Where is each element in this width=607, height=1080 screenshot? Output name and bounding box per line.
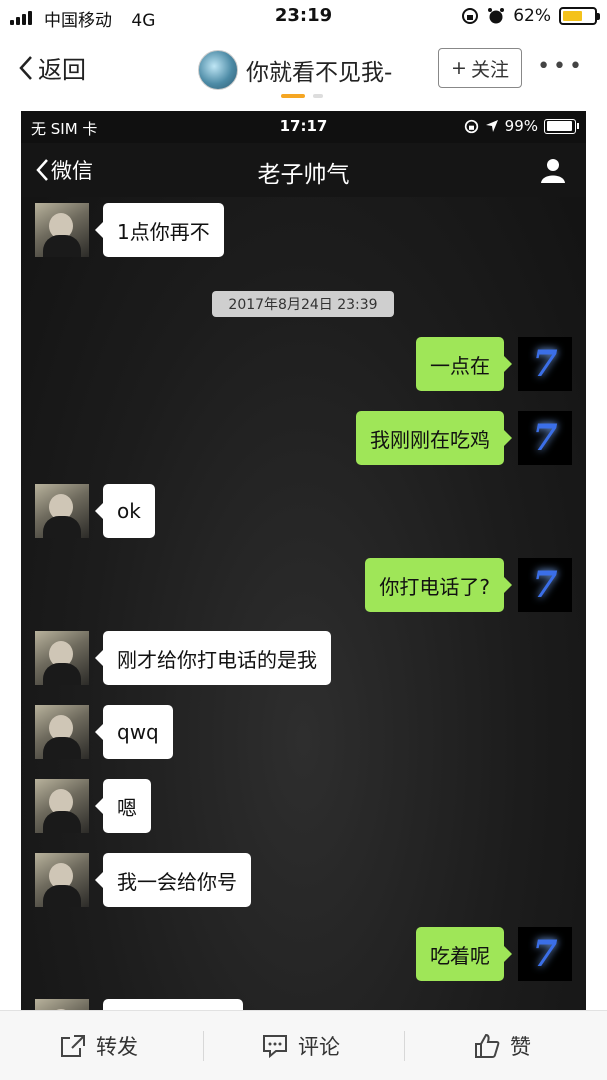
comment-button[interactable]: 评论 (262, 1031, 340, 1061)
message-bubble-sent[interactable]: 一点在 (416, 337, 512, 391)
comment-label: 评论 (298, 1035, 340, 1059)
thumbs-up-icon (475, 1033, 500, 1058)
chevron-left-icon (19, 55, 32, 80)
contact-avatar[interactable] (35, 779, 89, 833)
share-button[interactable]: 转发 (60, 1031, 138, 1061)
divider (203, 1031, 204, 1061)
contact-avatar[interactable] (35, 484, 89, 538)
outer-battery-percent: 62% (513, 6, 551, 26)
battery-icon (559, 7, 600, 25)
self-avatar[interactable]: 7 (518, 558, 572, 612)
message-bubble-received[interactable]: ok (95, 484, 155, 538)
share-icon (61, 1035, 85, 1057)
avatar-glyph: 7 (532, 343, 558, 385)
inner-status-bar: 无 SIM 卡 17:17 99% (21, 111, 586, 143)
message-bubble-received[interactable]: 嗯 (95, 779, 151, 833)
wechat-header: 微信 老子帅气 (21, 143, 586, 197)
message-bubble-received[interactable]: 我一会给你号 (95, 853, 251, 907)
contact-avatar[interactable] (35, 705, 89, 759)
location-icon (485, 120, 498, 132)
plus-icon: + (451, 57, 467, 79)
message-bubble-sent[interactable]: 我刚刚在吃鸡 (356, 411, 512, 465)
author-name: 你就看不见我- (246, 60, 393, 86)
outer-status-right: 62% (461, 6, 600, 26)
back-label: 返回 (38, 56, 86, 84)
back-button[interactable]: 返回 (18, 50, 86, 85)
top-nav-bar: 返回 你就看不见我- + 关注 ••• (0, 38, 607, 102)
contact-avatar[interactable] (35, 999, 89, 1010)
outer-status-bar: 中国移动 4G 23:19 62% (0, 0, 607, 34)
page-indicator (281, 94, 323, 98)
rotation-lock-icon (464, 119, 478, 133)
chat-timestamp: 2017年8月24日 23:39 (212, 291, 394, 317)
follow-button[interactable]: + 关注 (438, 48, 522, 88)
bottom-action-bar: 转发 评论 赞 (0, 1010, 607, 1080)
avatar-glyph: 7 (532, 933, 558, 975)
contact-avatar[interactable] (35, 631, 89, 685)
chat-screenshot: 无 SIM 卡 17:17 99% 微信 老子帅气 1点你再不 2017年8月2… (21, 111, 586, 1010)
nav-title-group[interactable]: 你就看不见我- (198, 50, 392, 90)
self-avatar[interactable]: 7 (518, 927, 572, 981)
self-avatar[interactable]: 7 (518, 337, 572, 391)
inner-status-right: 99% (464, 117, 579, 135)
alarm-icon (488, 8, 505, 24)
more-options-button[interactable]: ••• (537, 54, 585, 79)
comment-icon (263, 1035, 287, 1058)
follow-label: 关注 (470, 58, 509, 81)
contact-avatar[interactable] (35, 203, 89, 257)
message-bubble-received[interactable]: 1点你再不 (95, 203, 224, 257)
like-label: 赞 (510, 1035, 531, 1059)
inner-battery-icon (544, 118, 579, 134)
inner-battery-percent: 99% (504, 117, 538, 135)
avatar-glyph: 7 (532, 564, 558, 606)
message-bubble-sent[interactable]: 吃着呢 (416, 927, 512, 981)
author-avatar[interactable] (198, 50, 238, 90)
rotation-lock-icon (462, 8, 479, 24)
share-label: 转发 (96, 1035, 138, 1059)
message-bubble-sent[interactable]: 你打电话了? (365, 558, 512, 612)
like-button[interactable]: 赞 (474, 1031, 531, 1061)
chat-title: 老子帅气 (257, 162, 350, 188)
message-bubble-received-partial[interactable] (103, 999, 243, 1010)
divider (404, 1031, 405, 1061)
avatar-glyph: 7 (532, 417, 558, 459)
message-bubble-received[interactable]: 刚才给你打电话的是我 (95, 631, 331, 685)
person-icon[interactable] (540, 157, 566, 183)
contact-avatar[interactable] (35, 853, 89, 907)
self-avatar[interactable]: 7 (518, 411, 572, 465)
message-bubble-received[interactable]: qwq (95, 705, 173, 759)
